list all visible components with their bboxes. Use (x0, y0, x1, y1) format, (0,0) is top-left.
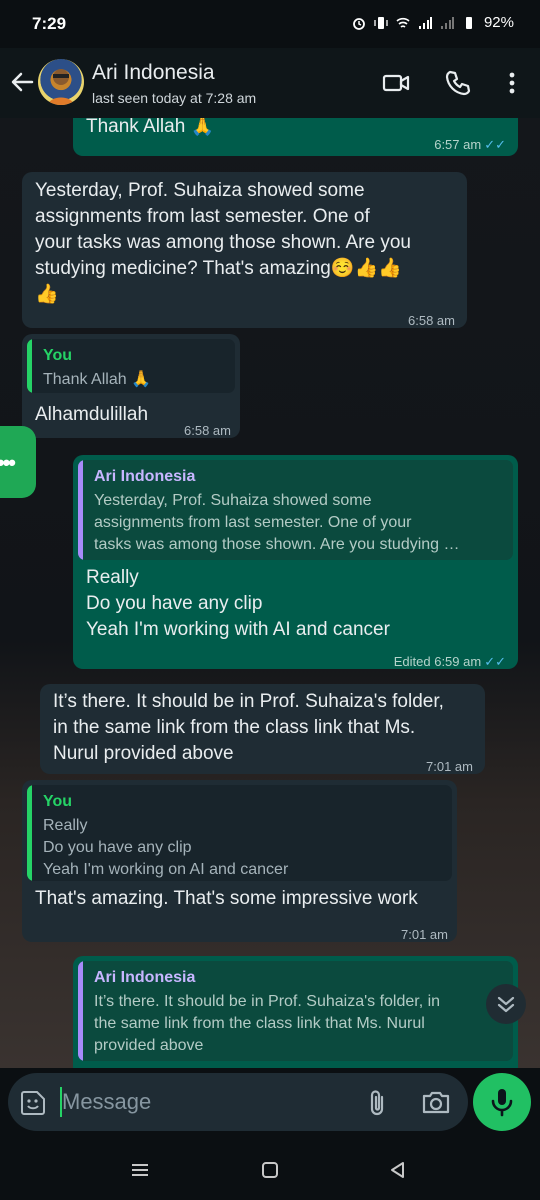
quoted-reply[interactable]: Ari Indonesia Yesterday, Prof. Suhaiza s… (78, 460, 513, 560)
scroll-to-bottom-button[interactable] (486, 984, 526, 1024)
status-icons: 92% (352, 14, 514, 31)
quoted-text: Really Do you have any clip Yeah I'm wor… (43, 817, 289, 878)
message-bubble-outgoing[interactable]: Thank Allah 🙏 6:57 am ✓✓ (73, 118, 518, 156)
message-time: 7:01 am (401, 927, 448, 942)
message-meta: 6:57 am ✓✓ (434, 132, 506, 158)
message-bubble-outgoing[interactable]: Ari Indonesia It’s there. It should be i… (73, 956, 518, 1068)
more-vert-icon[interactable] (496, 67, 528, 99)
quoted-text: Yesterday, Prof. Suhaiza showed some ass… (94, 492, 460, 553)
contact-name[interactable]: Ari Indonesia (92, 61, 215, 85)
sticker-icon[interactable] (19, 1089, 47, 1117)
message-bubble-incoming[interactable]: It’s there. It should be in Prof. Suhaiz… (40, 684, 485, 774)
quoted-sender: Ari Indonesia (94, 969, 196, 986)
message-time: 6:57 am (434, 137, 482, 152)
paperclip-icon[interactable] (364, 1088, 390, 1118)
quoted-text: Thank Allah 🙏 (43, 371, 151, 388)
quoted-reply[interactable]: You Really Do you have any clip Yeah I'm… (27, 785, 452, 881)
recent-apps-icon[interactable] (130, 1160, 150, 1180)
video-call-icon[interactable] (380, 67, 412, 99)
chat-header: Ari Indonesia last seen today at 7:28 am (0, 48, 540, 118)
quoted-text: It’s there. It should be in Prof. Suhaiz… (94, 993, 441, 1054)
quoted-sender: You (43, 347, 73, 364)
message-time: 6:58 am (184, 423, 231, 438)
signal-icon (418, 16, 432, 29)
message-bubble-incoming[interactable]: Yesterday, Prof. Suhaiza showed some ass… (22, 172, 467, 328)
message-time: 6:59 am (434, 654, 482, 669)
message-text: Really Do you have any clip Yeah I'm wor… (86, 567, 390, 640)
status-time: 7:29 (32, 14, 67, 33)
chevron-double-down-icon (497, 996, 515, 1013)
quoted-sender: You (43, 793, 73, 810)
message-text: Alhamdulillah (35, 404, 149, 425)
message-text: Thank Allah 🙏 (86, 118, 215, 137)
message-input[interactable]: Message (62, 1089, 151, 1115)
signal-no-sim-icon (440, 16, 454, 29)
vibrate-icon (374, 16, 388, 29)
message-bubble-incoming[interactable]: You Really Do you have any clip Yeah I'm… (22, 780, 457, 942)
system-nav-bar (0, 1140, 540, 1200)
last-seen-status[interactable]: last seen today at 7:28 am (92, 90, 256, 106)
home-icon[interactable] (260, 1160, 280, 1180)
mic-button[interactable] (473, 1073, 531, 1131)
chat-area[interactable]: Thank Allah 🙏 6:57 am ✓✓ Yesterday, Prof.… (0, 118, 540, 1068)
dots-icon: ••• (0, 450, 16, 475)
read-ticks-icon: ✓✓ (484, 137, 506, 152)
quoted-reply[interactable]: Ari Indonesia It’s there. It should be i… (78, 961, 513, 1061)
arrow-left-icon[interactable] (8, 68, 36, 96)
message-text: That's amazing. That's some impressive w… (35, 888, 418, 909)
edited-label: Edited (393, 654, 431, 669)
battery-percent: 92% (483, 14, 514, 31)
side-floating-button[interactable]: ••• (0, 426, 36, 498)
phone-icon[interactable] (442, 67, 474, 99)
read-ticks-icon: ✓✓ (484, 654, 506, 669)
avatar[interactable] (38, 59, 84, 105)
wifi-icon (396, 17, 410, 28)
camera-icon[interactable] (420, 1088, 452, 1116)
quoted-reply[interactable]: You Thank Allah 🙏 (27, 339, 235, 393)
message-meta: Edited 6:59 am ✓✓ (394, 649, 506, 675)
message-bubble-outgoing[interactable]: Ari Indonesia Yesterday, Prof. Suhaiza s… (73, 455, 518, 669)
back-nav-icon[interactable] (388, 1160, 408, 1180)
mic-icon (491, 1089, 513, 1117)
quoted-sender: Ari Indonesia (94, 468, 196, 485)
battery-icon (465, 16, 472, 29)
message-time: 7:01 am (426, 759, 473, 774)
alarm-icon (353, 17, 365, 30)
message-text: It’s there. It should be in Prof. Suhaiz… (53, 691, 444, 764)
message-bubble-incoming[interactable]: You Thank Allah 🙏 Alhamdulillah 6:58 am (22, 334, 240, 438)
message-text: Yesterday, Prof. Suhaiza showed some ass… (35, 180, 411, 305)
message-time: 6:58 am (408, 313, 455, 328)
status-bar: 7:29 92% (0, 0, 540, 48)
